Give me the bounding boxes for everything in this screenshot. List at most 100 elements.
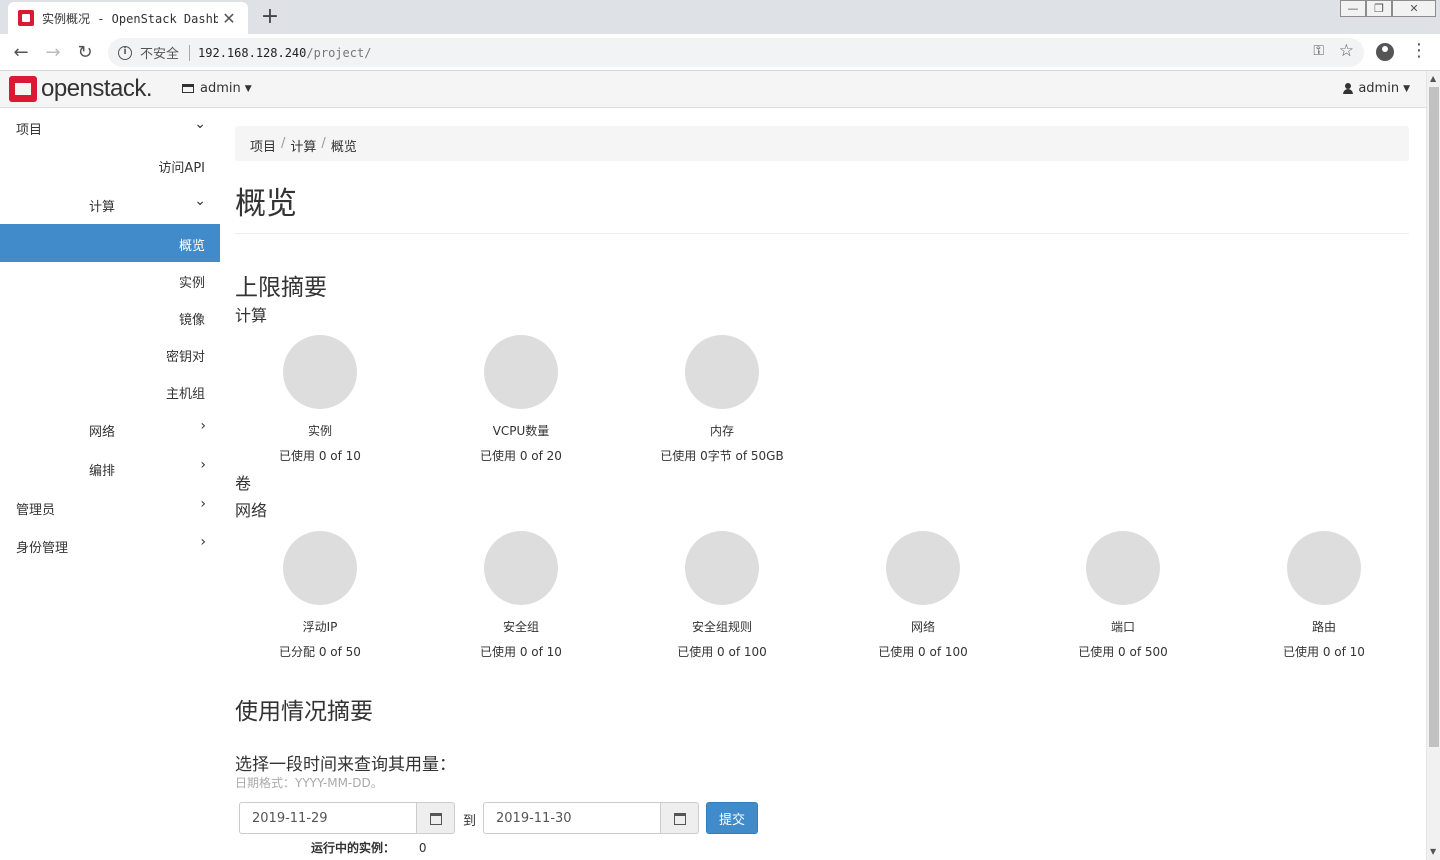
submit-button[interactable]: 提交 <box>706 802 758 834</box>
pie-name: 端口 <box>1110 620 1135 634</box>
pie-name: VCPU数量 <box>492 424 550 438</box>
chevron-down-icon: ⌄ <box>194 116 206 132</box>
network-heading: 网络 <box>235 501 268 520</box>
pie-vcpus: VCPU数量 已使用 0 of 20 <box>421 335 621 464</box>
sidebar-item-instances[interactable]: 实例 <box>0 261 220 299</box>
project-selector[interactable]: admin ▼ <box>182 81 252 96</box>
browser-tab-bar: 实例概况 - OpenStack Dashboar ✕ + — ❐ ✕ <box>0 0 1440 34</box>
date-format-hint: 日期格式：YYYY-MM-DD。 <box>235 776 383 790</box>
pie-name: 网络 <box>910 620 935 634</box>
end-date-calendar-button[interactable] <box>661 802 699 834</box>
caret-down-icon: ▼ <box>244 83 252 94</box>
sidebar-item-project[interactable]: 项目 ⌄ <box>0 108 220 146</box>
pie-usage: 已使用 0 of 10 <box>480 645 562 659</box>
sidebar-item-admin[interactable]: 管理员 › <box>0 488 220 526</box>
tab-close-icon[interactable]: ✕ <box>220 9 238 28</box>
window-controls: — ❐ ✕ <box>1340 0 1436 17</box>
sidebar-item-label: 身份管理 <box>16 541 69 556</box>
pie-name: 浮动IP <box>302 620 338 634</box>
user-menu[interactable]: admin ▼ <box>1343 81 1410 96</box>
sidebar-item-label: 编排 <box>89 464 116 479</box>
page-scrollbar[interactable]: ▲ ▼ <box>1426 71 1440 860</box>
bookmark-star-icon[interactable]: ☆ <box>1339 41 1354 61</box>
pie-chart <box>1086 531 1160 605</box>
info-icon[interactable]: i <box>118 45 132 60</box>
pie-usage: 已使用 0 of 20 <box>480 449 562 463</box>
pie-security-groups: 安全组 已使用 0 of 10 <box>421 531 621 660</box>
pie-usage: 已使用 0 of 10 <box>1283 645 1365 659</box>
not-secure-label[interactable]: 不安全 <box>140 43 179 62</box>
logo-text: openstack. <box>41 75 153 102</box>
pie-name: 安全组 <box>502 620 539 634</box>
url-path: /project/ <box>306 45 372 60</box>
profile-avatar-icon[interactable] <box>1376 43 1394 61</box>
reload-icon[interactable]: ↻ <box>72 40 98 66</box>
url-field[interactable]: i 不安全 192.168.128.240 /project/ ⚿ ☆ <box>108 38 1364 67</box>
sidebar-item-label: 主机组 <box>165 387 205 402</box>
breadcrumb-item-project[interactable]: 项目 <box>250 136 276 155</box>
restore-button[interactable]: ❐ <box>1366 0 1392 17</box>
pie-routers: 路由 已使用 0 of 10 <box>1224 531 1424 660</box>
address-bar: ← → ↻ i 不安全 192.168.128.240 /project/ ⚿ … <box>0 34 1440 71</box>
project-icon <box>182 84 194 93</box>
minimize-button[interactable]: — <box>1340 0 1366 17</box>
scroll-down-arrow-icon[interactable]: ▼ <box>1430 847 1436 856</box>
new-tab-button[interactable]: + <box>258 4 282 30</box>
breadcrumb-separator: / <box>281 136 286 151</box>
start-date-calendar-button[interactable] <box>417 802 455 834</box>
sidebar-item-api-access[interactable]: 访问API <box>0 146 220 184</box>
browser-tab[interactable]: 实例概况 - OpenStack Dashboar ✕ <box>8 2 248 34</box>
sidebar-item-label: 网络 <box>89 425 116 440</box>
sidebar-item-network[interactable]: 网络 › <box>0 410 220 448</box>
title-divider <box>235 233 1409 234</box>
compute-heading: 计算 <box>235 306 268 325</box>
close-window-button[interactable]: ✕ <box>1392 0 1436 17</box>
back-arrow-icon[interactable]: ← <box>8 40 34 66</box>
pie-chart <box>886 531 960 605</box>
pie-chart <box>1287 531 1361 605</box>
pie-usage: 已使用 0 of 500 <box>1078 645 1168 659</box>
key-icon[interactable]: ⚿ <box>1313 43 1324 59</box>
pie-chart <box>283 335 357 409</box>
pie-chart <box>685 335 759 409</box>
sidebar-item-label: 镜像 <box>178 313 205 328</box>
pie-name: 内存 <box>709 424 734 438</box>
calendar-icon <box>674 813 686 825</box>
sidebar-item-identity[interactable]: 身份管理 › <box>0 526 220 564</box>
pie-name: 实例 <box>307 424 332 438</box>
kebab-menu-icon[interactable]: ⋮ <box>1410 41 1428 61</box>
sidebar-item-overview[interactable]: 概览 <box>0 224 220 262</box>
openstack-header: openstack. admin ▼ admin ▼ <box>0 71 1426 108</box>
sidebar-item-orchestration[interactable]: 编排 › <box>0 449 220 487</box>
scroll-up-arrow-icon[interactable]: ▲ <box>1430 74 1436 83</box>
pie-usage: 已使用 0 of 100 <box>677 645 767 659</box>
sidebar-item-label: 项目 <box>16 123 43 138</box>
end-date-input[interactable] <box>483 802 661 834</box>
pie-usage: 已使用 0 of 10 <box>279 449 361 463</box>
sidebar-item-label: 密钥对 <box>165 350 205 365</box>
pie-name: 安全组规则 <box>691 620 752 634</box>
openstack-logo[interactable]: openstack. <box>9 75 153 102</box>
breadcrumb-item-compute[interactable]: 计算 <box>290 136 316 155</box>
openstack-favicon-icon <box>18 10 34 26</box>
usage-summary-heading: 使用情况摘要 <box>235 699 373 725</box>
pie-chart <box>283 531 357 605</box>
query-period-label: 选择一段时间来查询其用量： <box>235 755 456 775</box>
page-title: 概览 <box>235 186 297 222</box>
chevron-right-icon: › <box>200 496 206 512</box>
forward-arrow-icon[interactable]: → <box>40 40 66 66</box>
sidebar-item-images[interactable]: 镜像 <box>0 298 220 336</box>
chevron-right-icon: › <box>200 534 206 550</box>
sidebar-item-server-groups[interactable]: 主机组 <box>0 372 220 410</box>
project-label: admin <box>200 81 241 96</box>
running-instances-label: 运行中的实例： <box>311 841 396 855</box>
sidebar-item-key-pairs[interactable]: 密钥对 <box>0 335 220 373</box>
scroll-thumb[interactable] <box>1429 87 1439 747</box>
sidebar-item-label: 实例 <box>178 276 205 291</box>
running-instances-value: 0 <box>418 841 427 855</box>
sidebar-nav: 项目 ⌄ 访问API 计算 ⌄ 概览 实例 镜像 密钥对 主机组 网络 › 编排… <box>0 108 220 860</box>
start-date-input[interactable] <box>239 802 417 834</box>
pie-instances: 实例 已使用 0 of 10 <box>220 335 420 464</box>
sidebar-item-compute[interactable]: 计算 ⌄ <box>0 185 220 223</box>
volume-heading: 卷 <box>235 474 252 493</box>
